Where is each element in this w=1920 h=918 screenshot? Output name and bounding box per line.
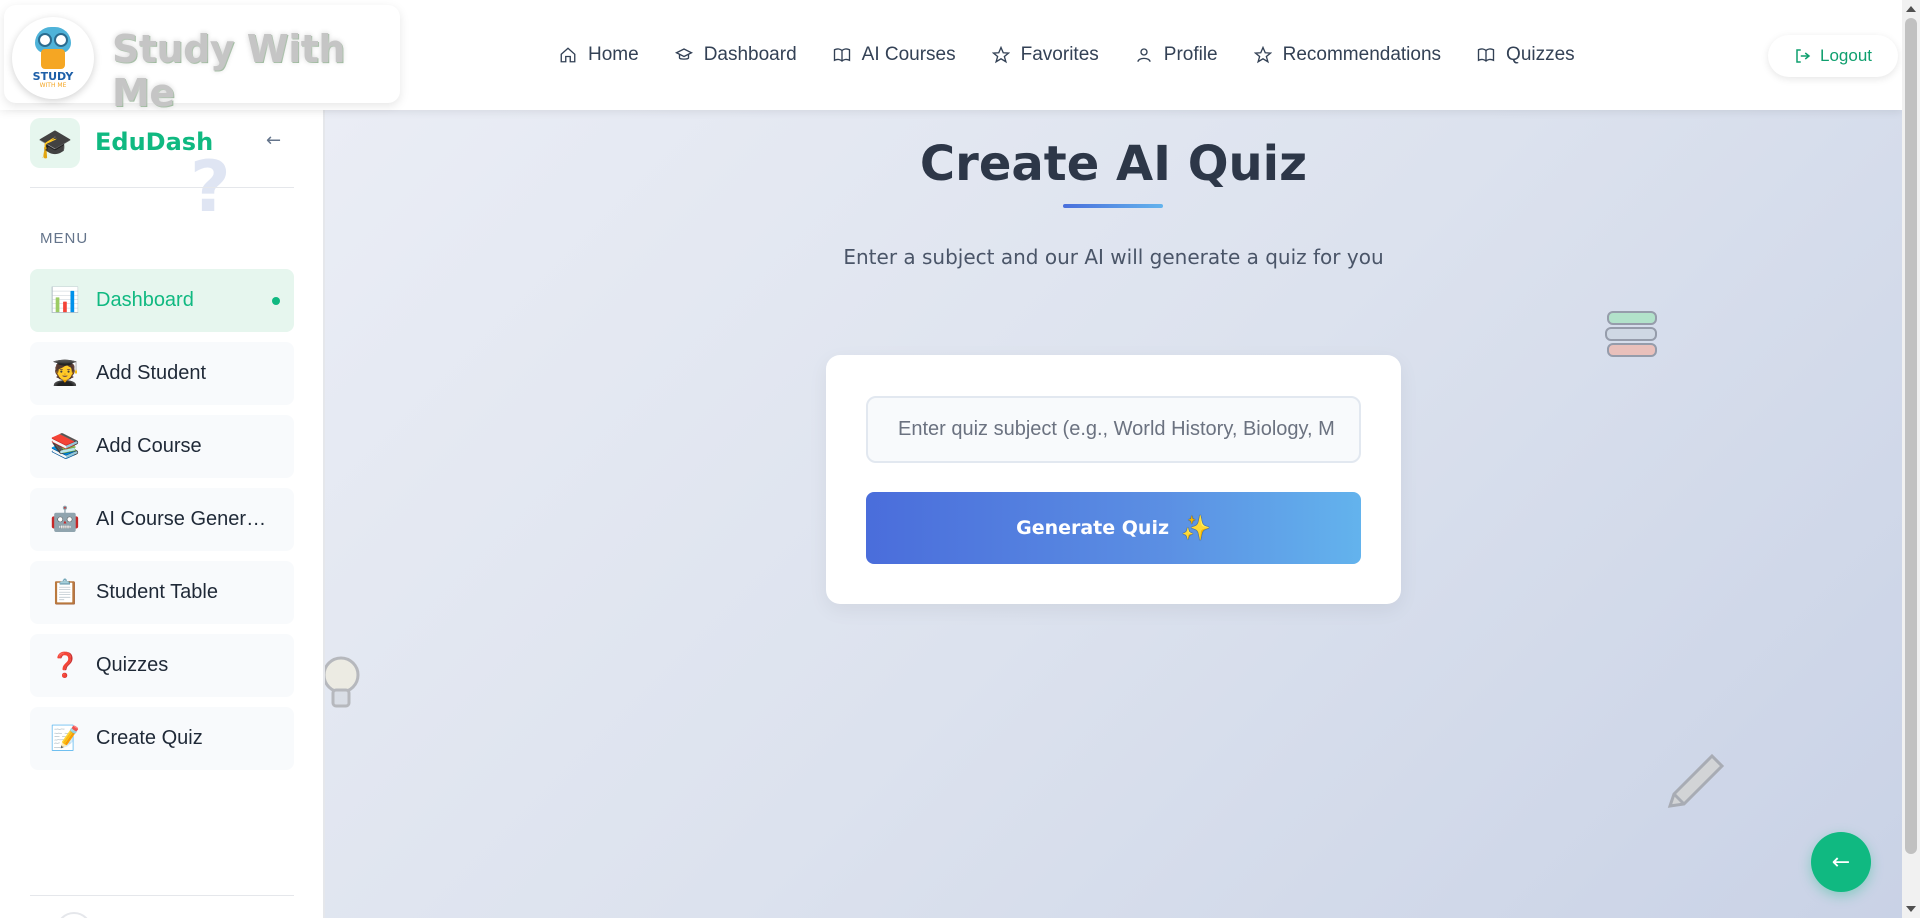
sidebar-item-ai-course-generator[interactable]: 🤖 AI Course Genera... [30, 488, 294, 551]
sidebar-item-add-student[interactable]: 🧑‍🎓 Add Student [30, 342, 294, 405]
generate-quiz-button[interactable]: Generate Quiz ✨ [866, 492, 1361, 564]
nav-ai-courses[interactable]: AI Courses [832, 44, 956, 66]
main-nav: Home Dashboard AI Courses Favorites Prof… [558, 44, 1610, 66]
sidebar-menu: 📊 Dashboard 🧑‍🎓 Add Student 📚 Add Course… [30, 269, 294, 780]
robot-icon: 🤖 [50, 506, 80, 533]
graduation-cap-icon [674, 45, 694, 65]
sidebar-item-create-quiz[interactable]: 📝 Create Quiz [30, 707, 294, 770]
star-icon [991, 45, 1011, 65]
sidebar-item-label: AI Course Genera... [96, 508, 271, 530]
scrollbar[interactable] [1902, 0, 1920, 918]
nav-dashboard[interactable]: Dashboard [674, 44, 797, 66]
owl-logo-icon [33, 27, 73, 69]
avatar[interactable] [56, 912, 92, 918]
sidebar-collapse-button[interactable]: ← [266, 130, 281, 151]
divider [30, 187, 294, 188]
sidebar-item-student-table[interactable]: 📋 Student Table [30, 561, 294, 624]
scrollbar-thumb[interactable] [1905, 18, 1917, 854]
quiz-form-card: Generate Quiz ✨ [826, 355, 1401, 604]
decorative-lightbulb-icon [325, 656, 360, 708]
divider [30, 895, 294, 896]
nav-recommendations[interactable]: Recommendations [1253, 44, 1441, 66]
sidebar-item-label: Student Table [96, 581, 218, 603]
nav-label: AI Courses [861, 44, 956, 65]
memo-icon: 📝 [50, 725, 80, 752]
decorative-pencil-icon [1667, 753, 1725, 808]
nav-home[interactable]: Home [558, 44, 639, 66]
title-underline [1063, 204, 1163, 208]
books-icon: 📚 [50, 433, 80, 460]
sidebar-item-dashboard[interactable]: 📊 Dashboard [30, 269, 294, 332]
logo-text: STUDY [32, 70, 74, 83]
user-icon [1134, 45, 1154, 65]
star-icon [1253, 45, 1273, 65]
page-title: Create AI Quiz [919, 136, 1308, 192]
home-icon [558, 45, 578, 65]
question-mark-icon: ❓ [50, 652, 80, 679]
nav-label: Quizzes [1506, 44, 1575, 65]
main-content: Create AI Quiz Enter a subject and our A… [325, 110, 1902, 918]
page-subtitle: Enter a subject and our AI will generate… [843, 245, 1384, 269]
logo-subtext: WITH ME [39, 82, 67, 89]
book-open-icon [1476, 45, 1496, 65]
nav-label: Dashboard [703, 44, 797, 65]
clipboard-icon: 📋 [50, 579, 80, 606]
top-navbar: STUDY WITH ME Study With Me Home Dashboa… [0, 0, 1902, 115]
sidebar-item-quizzes[interactable]: ❓ Quizzes [30, 634, 294, 697]
logout-button[interactable]: Logout [1768, 35, 1898, 77]
sidebar-item-label: Add Student [96, 362, 207, 384]
logout-label: Logout [1820, 46, 1872, 65]
graduation-cap-icon: 🎓 [30, 118, 80, 168]
sidebar-item-label: Add Course [96, 435, 202, 457]
nav-label: Favorites [1020, 44, 1099, 65]
student-icon: 🧑‍🎓 [50, 360, 80, 387]
sidebar: 🎓 EduDash ← ? MENU 📊 Dashboard 🧑‍🎓 Add S… [0, 110, 325, 918]
sidebar-item-label: Dashboard [96, 289, 194, 311]
scroll-up-arrow-icon[interactable] [1906, 6, 1916, 12]
sparkles-icon: ✨ [1181, 514, 1211, 542]
nav-label: Home [588, 44, 639, 65]
decorative-books-icon [1605, 311, 1657, 357]
nav-label: Profile [1163, 44, 1218, 65]
bar-chart-icon: 📊 [50, 287, 80, 314]
sidebar-item-add-course[interactable]: 📚 Add Course [30, 415, 294, 478]
nav-quizzes[interactable]: Quizzes [1476, 44, 1575, 66]
back-button[interactable]: ← [1811, 832, 1871, 892]
sidebar-item-label: Create Quiz [96, 727, 203, 749]
nav-favorites[interactable]: Favorites [991, 44, 1099, 66]
sidebar-item-label: Quizzes [96, 654, 169, 676]
brand-logo[interactable]: STUDY WITH ME [12, 17, 94, 99]
brand-title: Study With Me [112, 27, 345, 115]
quiz-subject-input[interactable] [866, 396, 1361, 463]
nav-profile[interactable]: Profile [1134, 44, 1218, 66]
brand-card[interactable]: STUDY WITH ME Study With Me [4, 5, 400, 115]
generate-quiz-label: Generate Quiz [1016, 517, 1170, 539]
active-indicator-dot [272, 297, 280, 305]
menu-section-label: MENU [40, 230, 89, 247]
nav-label: Recommendations [1282, 44, 1442, 65]
logout-icon [1796, 49, 1811, 63]
scroll-down-arrow-icon[interactable] [1906, 906, 1916, 912]
book-open-icon [832, 45, 852, 65]
